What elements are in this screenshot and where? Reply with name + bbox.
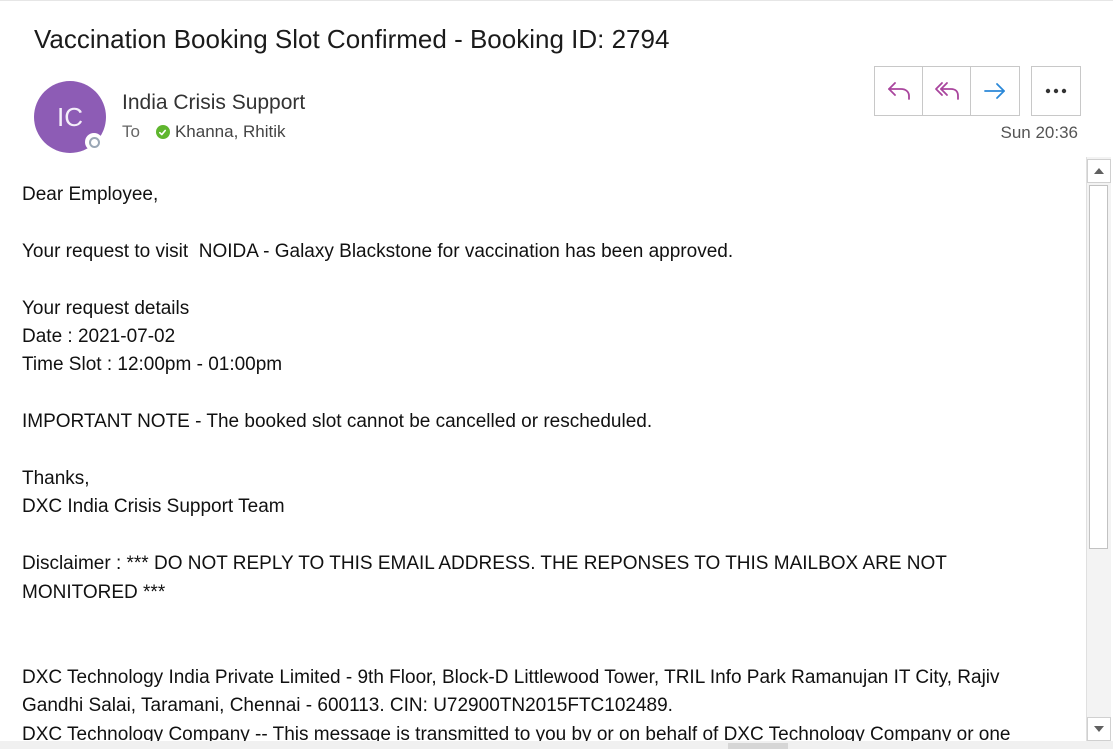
- sender-name[interactable]: India Crisis Support: [122, 91, 305, 115]
- chevron-up-icon: [1094, 168, 1104, 174]
- body-important-note: IMPORTANT NOTE - The booked slot cannot …: [22, 411, 653, 433]
- message-actions: [874, 66, 1081, 116]
- body-approval: Your request to visit NOIDA - Galaxy Bla…: [22, 240, 734, 262]
- bottom-status-strip: [0, 741, 1113, 749]
- body-disclaimer: Disclaimer : *** DO NOT REPLY TO THIS EM…: [22, 553, 947, 603]
- recipient-available-icon: [155, 125, 170, 139]
- body-date: Date : 2021-07-02: [22, 326, 176, 347]
- body-team-signature: DXC India Crisis Support Team: [22, 496, 285, 518]
- recipient-name[interactable]: Khanna, Rhitik: [175, 122, 286, 142]
- email-subject: Vaccination Booking Slot Confirmed - Boo…: [34, 24, 670, 54]
- avatar-initials: IC: [57, 101, 83, 132]
- body-details-heading: Your request details: [22, 297, 190, 319]
- horizontal-scroll-thumb[interactable]: [728, 743, 788, 749]
- body-thanks: Thanks,: [22, 468, 90, 489]
- presence-ring: [88, 136, 100, 148]
- more-icon: [1045, 88, 1067, 94]
- chevron-down-icon: [1094, 726, 1104, 732]
- reply-all-button[interactable]: [923, 67, 971, 115]
- scroll-up-button[interactable]: [1087, 159, 1111, 183]
- presence-status-icon: [85, 133, 103, 151]
- vertical-scrollbar[interactable]: [1086, 157, 1111, 741]
- body-time-slot: Time Slot : 12:00pm - 01:00pm: [22, 354, 283, 376]
- scroll-down-button[interactable]: [1087, 717, 1111, 741]
- received-time: Sun 20:36: [1000, 123, 1078, 142]
- response-button-group: [874, 66, 1020, 116]
- forward-icon: [984, 83, 1005, 99]
- email-body: Dear Employee, Your request to visit NOI…: [22, 181, 1062, 749]
- reply-icon: [887, 82, 910, 100]
- to-label: To: [122, 122, 140, 141]
- forward-button[interactable]: [971, 67, 1019, 115]
- reply-button[interactable]: [875, 67, 923, 115]
- body-company-address: DXC Technology India Private Limited - 9…: [22, 666, 1000, 717]
- reply-all-icon: [934, 82, 959, 100]
- top-divider: [0, 0, 1113, 1]
- body-greeting: Dear Employee,: [22, 184, 159, 205]
- email-reading-pane: Vaccination Booking Slot Confirmed - Boo…: [0, 0, 1113, 749]
- more-actions-button[interactable]: [1031, 66, 1081, 116]
- recipient-row: To Khanna, Rhitik: [122, 122, 286, 142]
- scrollbar-thumb[interactable]: [1089, 185, 1108, 549]
